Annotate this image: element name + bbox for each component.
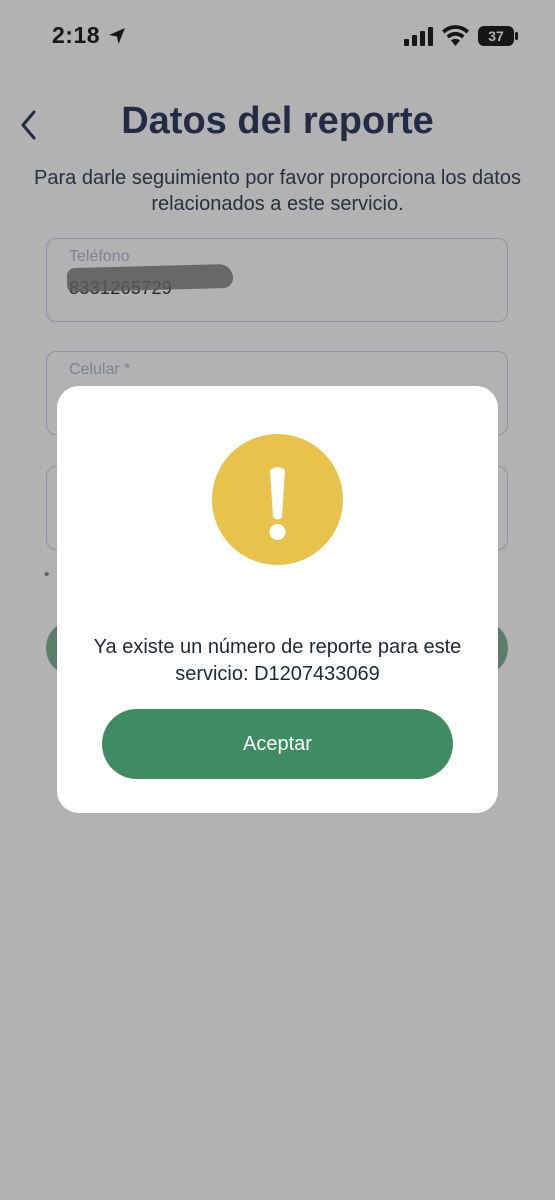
warning-badge [212,434,343,565]
warning-icon [269,467,286,540]
dialog-message: Ya existe un número de reporte para este… [93,636,462,685]
alert-dialog: Ya existe un número de reporte para este… [57,386,498,813]
accept-button[interactable]: Aceptar [102,709,453,779]
